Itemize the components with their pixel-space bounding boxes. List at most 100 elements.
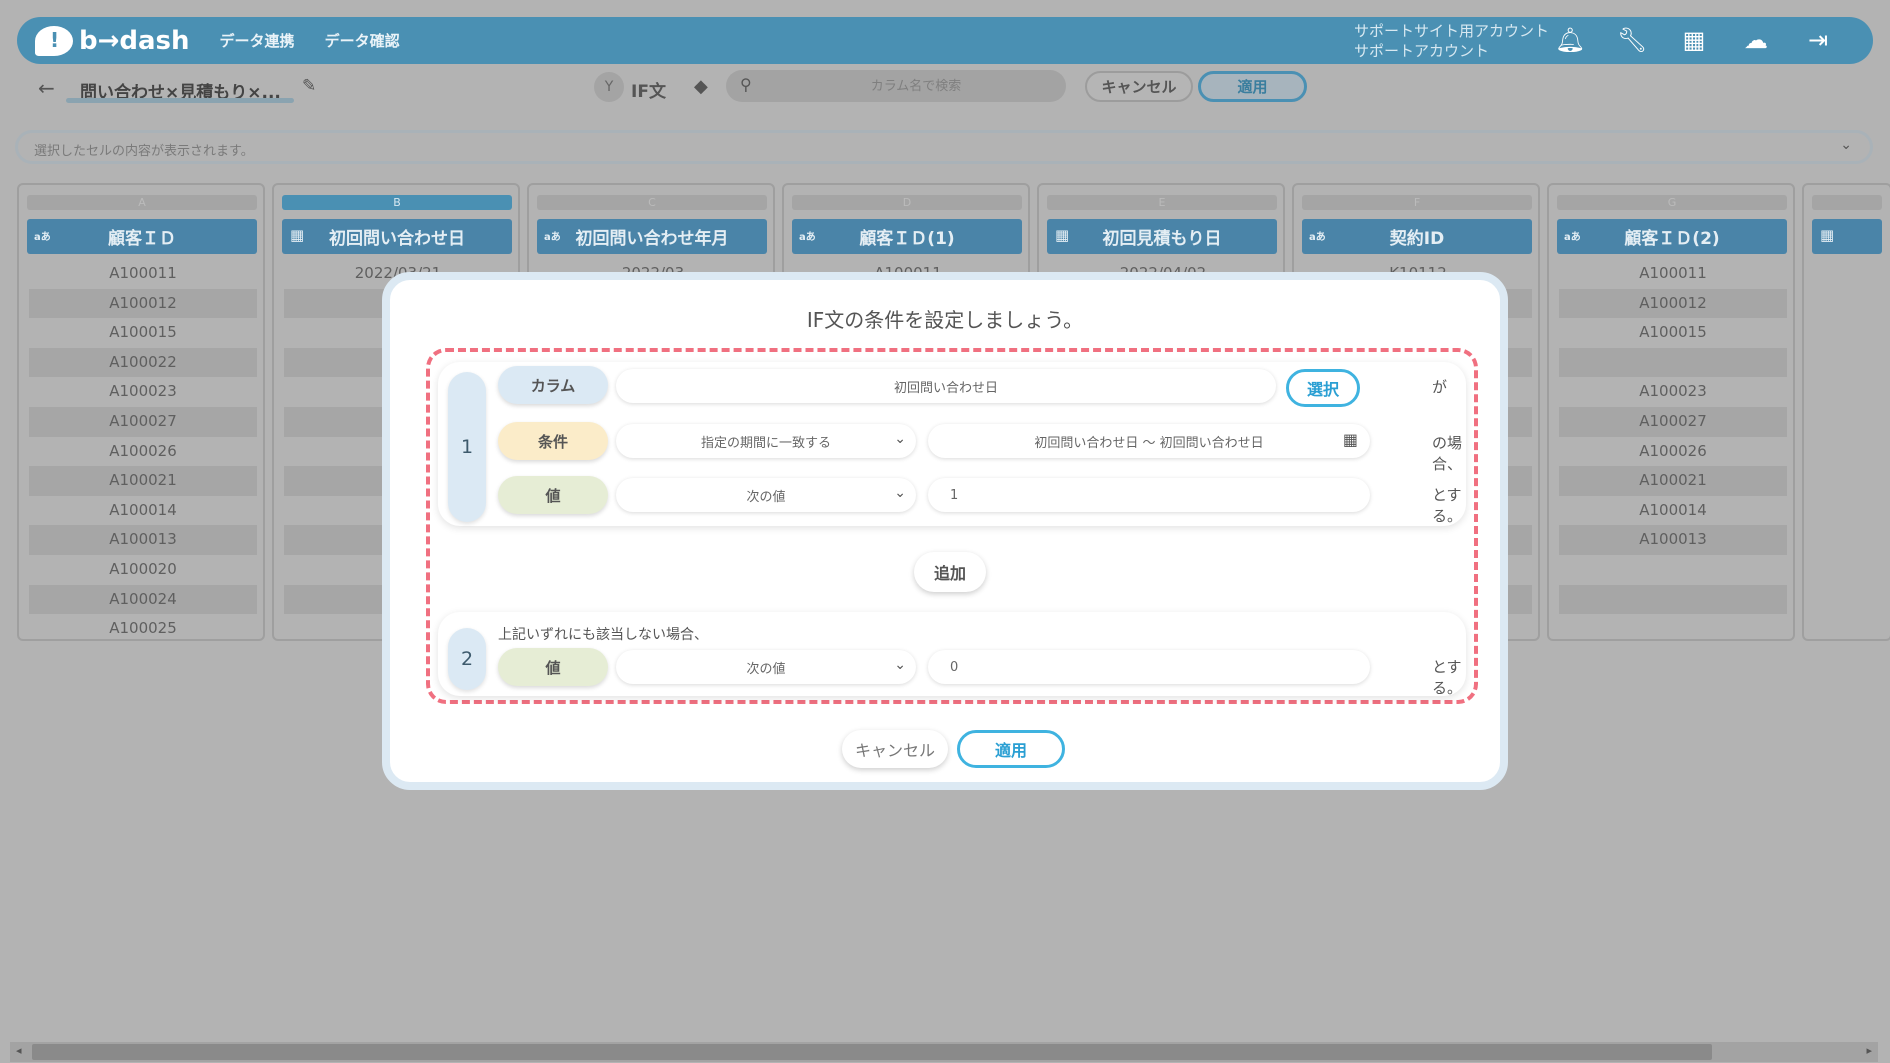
column-header-label: 初回問い合わせ日 [329,229,465,249]
select-column-button[interactable]: 選択 [1286,369,1360,407]
column-header[interactable]: aあ 初回問い合わせ年月 [537,219,767,254]
table-cell[interactable]: A100012 [29,288,257,319]
value-suffix: とする。 [1432,486,1463,525]
scroll-left-icon[interactable]: ◂ [16,1044,22,1057]
condition-select[interactable]: 指定の期間に一致する ⌄ [616,424,916,458]
add-condition-button[interactable]: 追加 [914,552,986,592]
text-type-icon: aあ [799,232,816,243]
column-letter[interactable] [1812,195,1882,210]
else-description: 上記いずれにも該当しない場合、 [498,627,708,643]
toolbar-apply-button[interactable]: 適用 [1198,71,1307,102]
wrench-icon[interactable]: 🔧︎ [1617,25,1647,55]
column-field[interactable]: 初回問い合わせ日 [616,369,1276,403]
table-cell[interactable]: A100024 [29,584,257,615]
search-icon: ⚲ [740,75,752,94]
table-cell[interactable]: A100021 [29,466,257,496]
column-letter[interactable]: F [1302,195,1532,210]
condition-select-value: 指定の期間に一致する [700,435,831,451]
rule-number: 2 [448,628,486,690]
dialog-cancel-button[interactable]: キャンセル [842,730,948,768]
table-cell[interactable]: A100011 [29,259,257,289]
else-value-suffix: とする。 [1432,658,1463,697]
table-cell[interactable]: A100014 [1559,496,1787,526]
account-info[interactable]: サポートサイト用アカウント サポートアカウント [1354,21,1549,61]
table-cell[interactable]: A100027 [1559,406,1787,437]
toolbar-cancel-button[interactable]: キャンセル [1085,71,1193,102]
cell-content-bar[interactable]: 選択したセルの内容が表示されます。 ⌄ [15,130,1873,164]
column-letter[interactable]: A [27,195,257,210]
column-header[interactable]: aあ 顧客ＩＤ(1) [792,219,1022,254]
column-header[interactable]: ▦ 初回問い合わせ日 [282,219,512,254]
table-cell[interactable] [1559,614,1787,644]
back-arrow-icon[interactable]: ← [38,76,55,100]
value-type-select[interactable]: 次の値 ⌄ [616,478,916,512]
value-input[interactable]: 1 [928,478,1370,512]
dialog-apply-button[interactable]: 適用 [957,730,1065,768]
scroll-right-icon[interactable]: ▸ [1866,1044,1872,1057]
chevron-down-icon[interactable]: ⌄ [1840,137,1852,153]
if-branch-icon: Y [594,72,624,102]
column-letter[interactable]: G [1557,195,1787,210]
table-cell[interactable] [1559,347,1787,378]
table-cell[interactable]: A100026 [1559,437,1787,467]
column-letter[interactable]: B [282,195,512,210]
column-letter[interactable]: D [792,195,1022,210]
else-rule: 2 上記いずれにも該当しない場合、 値 次の値 ⌄ 0 とする。 [438,612,1466,697]
grid-icon[interactable]: ▦ [1679,25,1709,55]
column-header[interactable]: ▦ [1812,219,1882,254]
nav-data-check[interactable]: データ確認 [325,30,400,51]
shield-icon[interactable]: ◆ [694,76,708,97]
table-cell[interactable]: A100023 [1559,377,1787,407]
table-cell[interactable]: A100023 [29,377,257,407]
table-cell[interactable]: A100025 [29,614,257,644]
period-field[interactable]: 初回問い合わせ日 〜 初回問い合わせ日 ▦ [928,424,1370,458]
condition-label: 条件 [498,422,608,460]
column-header[interactable]: aあ 顧客ＩＤ(2) [1557,219,1787,254]
calendar-icon[interactable]: ▦ [1343,430,1358,449]
table-cell[interactable]: A100011 [1559,259,1787,289]
cell-content-placeholder: 選択したセルの内容が表示されます。 [34,144,254,159]
column-header-label: 初回見積もり日 [1102,229,1222,249]
table-cell[interactable]: A100027 [29,406,257,437]
table-cell[interactable]: A100022 [29,347,257,378]
table-cell[interactable]: A100026 [29,437,257,467]
condition-suffix: の場合、 [1432,434,1463,473]
table-cell[interactable] [1559,584,1787,615]
nav-data-integration[interactable]: データ連携 [220,30,295,51]
data-column[interactable]: Gaあ 顧客ＩＤ(2) A100011 A100012 A100015 A100023 A1… [1547,183,1795,641]
table-cell[interactable]: A100015 [1559,318,1787,348]
else-value-type-select[interactable]: 次の値 ⌄ [616,650,916,684]
calendar-icon: ▦ [1820,226,1835,244]
table-cell[interactable]: A100015 [29,318,257,348]
table-cell[interactable]: A100013 [29,525,257,555]
data-column[interactable]: Aaあ 顧客ＩＤ A100011 A100012 A100015 A100022 A1000… [17,183,265,641]
data-column-partial[interactable]: ▦ [1802,183,1890,641]
scrollbar-thumb[interactable] [32,1044,1712,1060]
table-cell[interactable] [1559,555,1787,585]
if-condition-dialog: IF文の条件を設定しましょう。 1 カラム 初回問い合わせ日 選択 が 条件 指… [382,272,1508,790]
calendar-icon: ▦ [1055,226,1070,244]
column-header[interactable]: aあ 契約ID [1302,219,1532,254]
else-value-input[interactable]: 0 [928,650,1370,684]
logo[interactable]: b→dash [35,25,190,56]
logo-icon [35,25,73,56]
cloud-icon[interactable]: ☁ [1741,25,1771,55]
column-header-label: 顧客ＩＤ(2) [1624,229,1720,249]
value-label: 値 [498,648,608,686]
table-cell[interactable]: A100020 [29,555,257,585]
column-header[interactable]: ▦ 初回見積もり日 [1047,219,1277,254]
bell-icon[interactable]: 🔔︎ [1555,25,1585,55]
table-cell[interactable]: A100014 [29,496,257,526]
table-cell[interactable]: A100012 [1559,288,1787,319]
search-input[interactable] [776,74,1056,98]
table-cell[interactable]: A100013 [1559,525,1787,555]
column-header[interactable]: aあ 顧客ＩＤ [27,219,257,254]
column-letter[interactable]: C [537,195,767,210]
column-letter[interactable]: E [1047,195,1277,210]
pencil-icon[interactable]: ✎ [302,76,316,96]
horizontal-scrollbar[interactable]: ◂ ▸ [10,1042,1878,1062]
top-header: b→dash データ連携 データ確認 サポートサイト用アカウント サポートアカウ… [17,17,1873,64]
table-cell[interactable]: A100021 [1559,466,1787,496]
column-header-label: 顧客ＩＤ [108,229,176,249]
logout-icon[interactable]: ⇥ [1803,25,1833,55]
